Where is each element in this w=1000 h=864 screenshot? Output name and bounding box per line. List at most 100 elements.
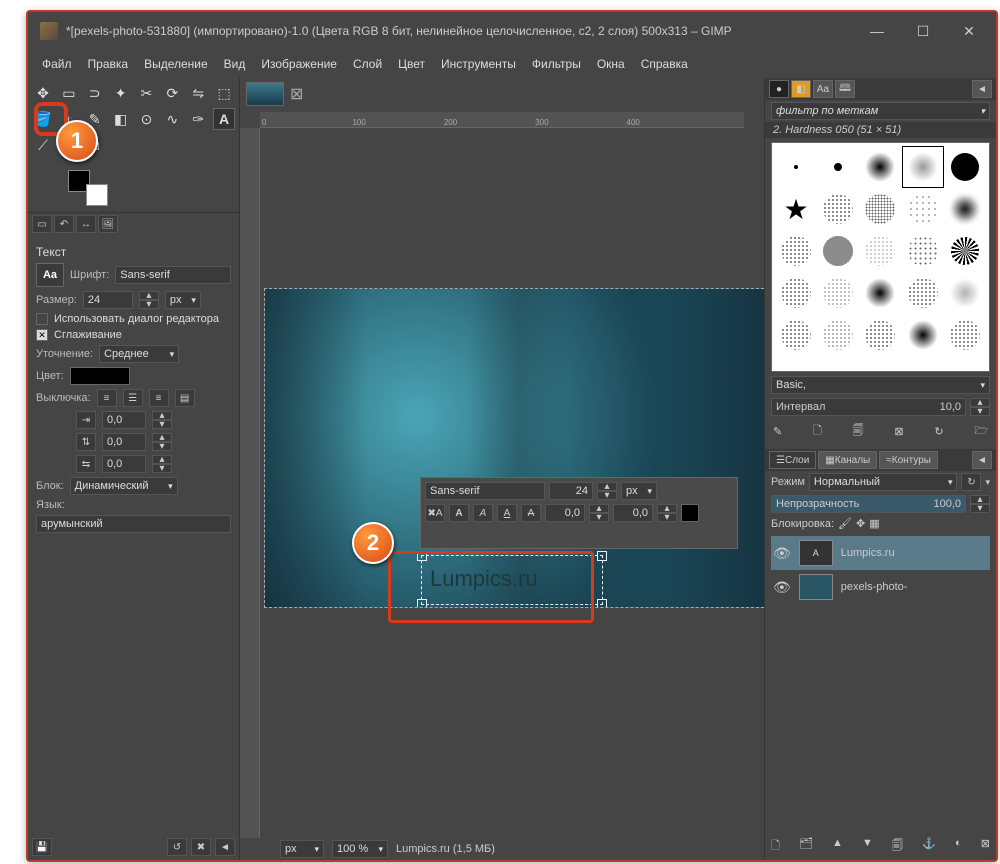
minimize-button[interactable]: — [854, 14, 900, 48]
brush-item[interactable] [818, 273, 858, 313]
antialias-checkbox[interactable]: ✕ [36, 329, 48, 341]
float-underline-icon[interactable]: A [497, 504, 517, 522]
layer-name[interactable]: pexels-photo- [841, 581, 908, 593]
brush-item[interactable] [945, 273, 985, 313]
merge-layer-icon[interactable]: ⚓ [922, 837, 936, 856]
eraser-tool-icon[interactable]: ◧ [110, 108, 132, 130]
edit-brush-icon[interactable]: ✎ [773, 425, 782, 438]
brush-item[interactable] [818, 147, 858, 187]
brush-filter-input[interactable]: фильтр по меткам▾ [771, 102, 990, 120]
font-icon[interactable]: Aa [36, 263, 64, 287]
image-tab[interactable]: ⊠ [246, 78, 316, 110]
brush-item[interactable] [860, 147, 900, 187]
brush-preset-dropdown[interactable]: Basic,▾ [771, 376, 990, 394]
fuzzy-select-icon[interactable]: ✦ [110, 82, 132, 104]
handle-tr[interactable] [597, 551, 607, 561]
opacity-slider[interactable]: Непрозрачность100,0 [771, 495, 966, 513]
free-select-icon[interactable]: ⊃ [84, 82, 106, 104]
del-brush-icon[interactable]: ⊠ [894, 425, 903, 438]
justify-center-icon[interactable]: ☰ [123, 389, 143, 407]
layers-menu-icon[interactable]: ◄ [972, 451, 992, 469]
brush-item[interactable] [860, 231, 900, 271]
smudge-tool-icon[interactable]: ∿ [161, 108, 183, 130]
size-unit-dropdown[interactable]: px▾ [165, 291, 201, 309]
clone-tool-icon[interactable]: ⊙ [136, 108, 158, 130]
brush-item[interactable] [776, 273, 816, 313]
font-tab-icon[interactable]: Aa [813, 80, 833, 98]
brush-item[interactable] [818, 231, 858, 271]
brush-item[interactable] [818, 315, 858, 355]
status-zoom-dropdown[interactable]: 100 %▾ [332, 840, 388, 858]
menu-layer[interactable]: Слой [347, 54, 388, 74]
float-italic-icon[interactable]: A [473, 504, 493, 522]
menu-color[interactable]: Цвет [392, 54, 431, 74]
lock-alpha-icon[interactable]: ▦ [869, 517, 879, 530]
brush-item[interactable] [903, 273, 943, 313]
new-brush-icon[interactable]: 🗋 [813, 422, 822, 441]
menu-tools[interactable]: Инструменты [435, 54, 522, 74]
line-spacing-input[interactable]: 0,0 [102, 433, 146, 451]
text-color-swatch[interactable] [70, 367, 130, 385]
justify-left-icon[interactable]: ≡ [97, 389, 117, 407]
brush-item[interactable] [945, 147, 985, 187]
delete-layer-icon[interactable]: ⊠ [981, 837, 990, 856]
brush-item[interactable]: ★ [776, 189, 816, 229]
float-size-input[interactable]: 24 [549, 482, 593, 500]
float-clear-icon[interactable]: ✖A [425, 504, 445, 522]
brush-item[interactable] [860, 189, 900, 229]
size-down[interactable]: ▾ [139, 300, 159, 309]
layer-item[interactable]: 👁 pexels-photo- [771, 570, 990, 604]
menu-view[interactable]: Вид [218, 54, 252, 74]
status-unit-dropdown[interactable]: px▾ [280, 840, 324, 858]
brush-item[interactable] [945, 231, 985, 271]
text-floating-toolbar[interactable]: Sans-serif 24 ▴▾ px▾ ✖A A A A A 0,0 ▴▾ 0… [420, 477, 738, 549]
brush-item[interactable] [903, 231, 943, 271]
use-editor-checkbox[interactable] [36, 313, 48, 325]
menu-windows[interactable]: Окна [591, 54, 631, 74]
brush-item[interactable] [818, 189, 858, 229]
tab-channels[interactable]: ▦ Каналы [818, 451, 877, 469]
justify-right-icon[interactable]: ≡ [149, 389, 169, 407]
brush-item[interactable] [860, 273, 900, 313]
brush-item[interactable] [776, 315, 816, 355]
maximize-button[interactable]: ☐ [900, 14, 946, 48]
menu-help[interactable]: Справка [635, 54, 694, 74]
float-bold-icon[interactable]: A [449, 504, 469, 522]
lang-input[interactable]: арумынский [36, 515, 231, 533]
mode-dropdown[interactable]: Нормальный▾ [809, 473, 958, 491]
brush-item[interactable] [945, 189, 985, 229]
tab-paths[interactable]: ≈ Контуры [879, 451, 938, 469]
rect-select-icon[interactable]: ▭ [58, 82, 80, 104]
close-button[interactable]: ✕ [946, 14, 992, 48]
reset-tool-icon[interactable]: ↺ [167, 838, 187, 856]
float-font-input[interactable]: Sans-serif [425, 482, 545, 500]
size-input[interactable]: 24 [83, 291, 133, 309]
layer-name[interactable]: Lumpics.ru [841, 547, 895, 559]
tab-close-icon[interactable]: ⊠ [290, 84, 303, 104]
brush-grid[interactable]: ★ [771, 142, 990, 372]
brush-item[interactable] [860, 315, 900, 355]
interval-slider[interactable]: Интервал10,0 [771, 398, 966, 416]
history-tab-icon[interactable]: 🕮 [835, 80, 855, 98]
brush-item[interactable] [776, 231, 816, 271]
brush-tab-icon[interactable]: ● [769, 80, 789, 98]
block-dropdown[interactable]: Динамический▾ [70, 477, 178, 495]
move-tool-icon[interactable]: ✥ [32, 82, 54, 104]
menu-select[interactable]: Выделение [138, 54, 214, 74]
brush-item[interactable] [903, 147, 943, 187]
background-color[interactable] [86, 184, 108, 206]
menu-file[interactable]: Файл [36, 54, 78, 74]
justify-fill-icon[interactable]: ▤ [175, 389, 195, 407]
menu-filters[interactable]: Фильтры [526, 54, 587, 74]
layer-up-icon[interactable]: ▲ [832, 837, 843, 856]
menu-edit[interactable]: Правка [82, 54, 135, 74]
float-color-swatch[interactable] [681, 504, 699, 522]
crop-tool-icon[interactable]: ✂ [136, 82, 158, 104]
dup-brush-icon[interactable]: 🗐 [853, 422, 864, 441]
menu-image[interactable]: Изображение [255, 54, 343, 74]
color-picker-icon[interactable]: ⟋ [32, 134, 54, 156]
fg-bg-colors[interactable] [68, 170, 108, 206]
layer-down-icon[interactable]: ▼ [862, 837, 873, 856]
float-unit-dropdown[interactable]: px▾ [621, 482, 657, 500]
handle-br[interactable] [597, 599, 607, 608]
